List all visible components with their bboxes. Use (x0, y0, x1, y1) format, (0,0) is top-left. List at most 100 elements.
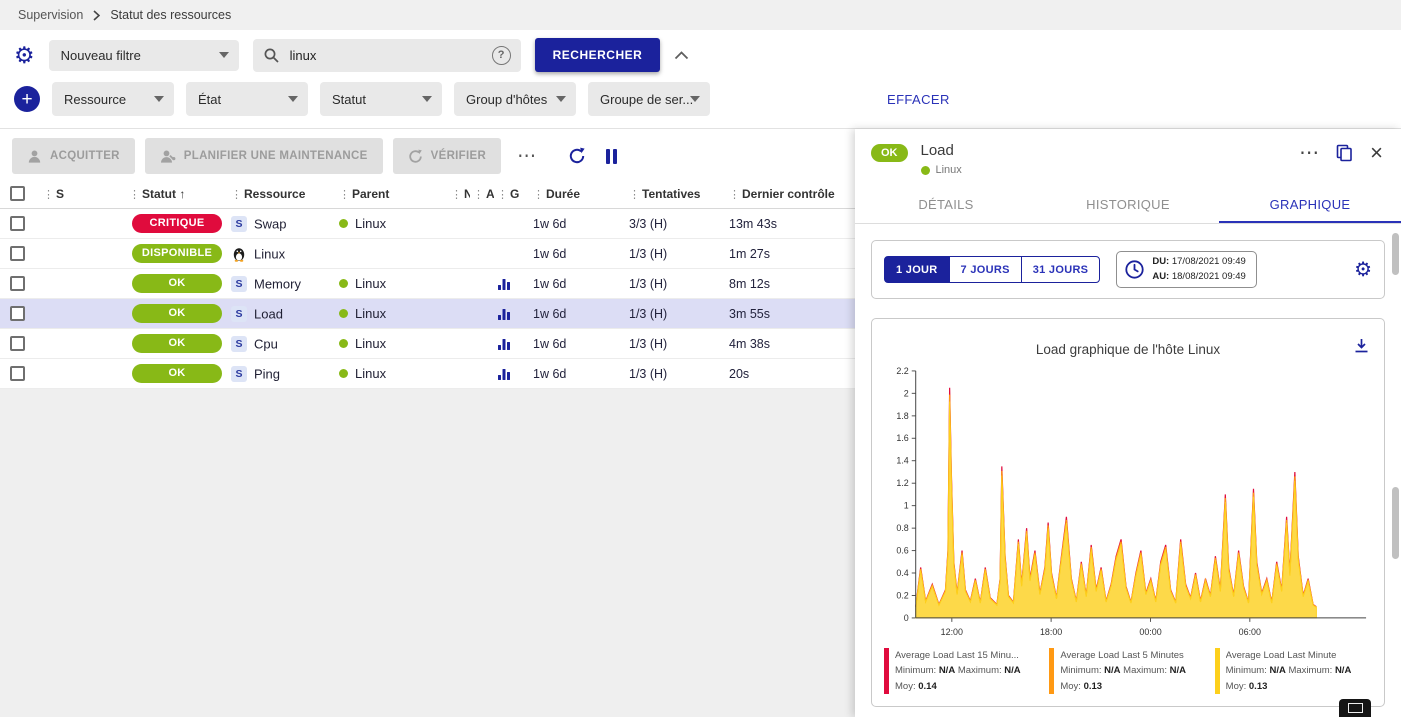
criteria-select-resource[interactable]: Ressource (52, 82, 174, 116)
pause-refresh-icon[interactable] (606, 149, 617, 164)
row-checkbox[interactable] (10, 216, 25, 231)
status-badge: OK (132, 334, 222, 353)
chart-legend: Average Load Last 15 Minu...Minimum: N/A… (878, 644, 1378, 702)
column-drag-icon: ⋮ (231, 189, 242, 201)
resource-name: Load (254, 306, 283, 321)
column-header-acknowledged[interactable]: ⋮A (470, 183, 494, 209)
status-cell: OK (126, 269, 228, 299)
parent-name: Linux (355, 306, 386, 321)
column-header-resource[interactable]: ⋮Ressource (228, 183, 336, 209)
status-badge: OK (132, 364, 222, 383)
tab-history[interactable]: HISTORIQUE (1037, 186, 1219, 223)
column-header-parent[interactable]: ⋮Parent (336, 183, 448, 209)
resources-table-body: CRITIQUESSwapLinux1w 6d3/3 (H)13m 43sDIS… (0, 209, 855, 389)
close-panel-icon[interactable]: × (1370, 142, 1383, 164)
collapse-filters-icon[interactable] (674, 51, 689, 60)
column-header-graph[interactable]: ⋮G (494, 183, 530, 209)
tab-graph[interactable]: GRAPHIQUE (1219, 186, 1401, 223)
help-icon[interactable]: ? (492, 46, 511, 65)
ack-cell (470, 269, 494, 299)
last-check-cell: 4m 38s (726, 329, 855, 359)
period-button-1day[interactable]: 1 JOUR (884, 256, 950, 283)
resource-cell: SLoad (228, 299, 336, 329)
resource-row-memory[interactable]: OKSMemoryLinux1w 6d1/3 (H)8m 12s (0, 269, 855, 299)
legend-item[interactable]: Average Load Last MinuteMinimum: N/A Max… (1215, 648, 1372, 694)
graph-icon[interactable] (497, 368, 511, 381)
panel-body: 1 JOUR7 JOURS31 JOURS DU: 17/08/2021 09:… (855, 224, 1401, 717)
resource-row-swap[interactable]: CRITIQUESSwapLinux1w 6d3/3 (H)13m 43s (0, 209, 855, 239)
ack-cell (470, 359, 494, 389)
notes-cell (448, 299, 470, 329)
ack-cell (470, 329, 494, 359)
graph-icon[interactable] (497, 338, 511, 351)
refresh-icon[interactable] (568, 147, 586, 165)
column-header-status[interactable]: ⋮Statut ↑ (126, 183, 228, 209)
clear-filters-button[interactable]: EFFACER (887, 92, 950, 107)
export-graph-icon[interactable] (1353, 337, 1370, 359)
sync-icon (408, 149, 423, 164)
criteria-select-state[interactable]: État (186, 82, 308, 116)
saved-filter-select[interactable]: Nouveau filtre (49, 40, 239, 71)
severity-cell (40, 239, 126, 269)
resource-name: Swap (254, 216, 287, 231)
up-status-dot (339, 219, 348, 228)
criteria-select-status[interactable]: Statut (320, 82, 442, 116)
status-cell: OK (126, 359, 228, 389)
svg-text:12:00: 12:00 (941, 627, 963, 637)
linux-host-icon (231, 246, 247, 262)
check-button[interactable]: VÉRIFIER (393, 138, 501, 174)
column-header-notes[interactable]: ⋮N (448, 183, 470, 209)
breadcrumb-supervision[interactable]: Supervision (18, 8, 83, 22)
row-checkbox[interactable] (10, 306, 25, 321)
resource-cell: Linux (228, 239, 336, 269)
resource-cell: SPing (228, 359, 336, 389)
graph-icon[interactable] (497, 308, 511, 321)
resource-name: Cpu (254, 336, 278, 351)
resource-row-cpu[interactable]: OKSCpuLinux1w 6d1/3 (H)4m 38s (0, 329, 855, 359)
legend-item[interactable]: Average Load Last 15 Minu...Minimum: N/A… (884, 648, 1041, 694)
column-header-last-check[interactable]: ⋮Dernier contrôle (726, 183, 855, 209)
resource-row-load[interactable]: OKSLoadLinux1w 6d1/3 (H)3m 55s (0, 299, 855, 329)
column-header-severity[interactable]: ⋮S (40, 183, 126, 209)
panel-scrollbar-thumb[interactable] (1392, 487, 1399, 559)
period-button-7days[interactable]: 7 JOURS (949, 256, 1022, 283)
row-checkbox[interactable] (10, 336, 25, 351)
graph-cell (494, 209, 530, 239)
copy-link-icon[interactable] (1336, 144, 1353, 162)
custom-period-button[interactable]: DU: 17/08/2021 09:49 AU: 18/08/2021 09:4… (1116, 251, 1257, 288)
parent-cell: Linux (336, 269, 448, 299)
panel-scrollbar-thumb[interactable] (1392, 233, 1399, 275)
svg-text:2: 2 (904, 389, 909, 399)
main-content: ACQUITTER PLANIFIER UNE MAINTENANCE VÉRI… (0, 128, 1401, 717)
row-checkbox[interactable] (10, 246, 25, 261)
select-all-checkbox[interactable] (10, 186, 25, 201)
criteria-select-service-group[interactable]: Groupe de ser... (588, 82, 710, 116)
resource-cell: SMemory (228, 269, 336, 299)
graph-icon[interactable] (497, 278, 511, 291)
screen-share-icon[interactable] (1339, 699, 1371, 717)
column-header-duration[interactable]: ⋮Durée (530, 183, 626, 209)
row-checkbox[interactable] (10, 276, 25, 291)
graph-settings-gear-icon[interactable]: ⚙ (1354, 260, 1372, 280)
add-criteria-icon[interactable]: + (14, 86, 40, 112)
set-downtime-button[interactable]: PLANIFIER UNE MAINTENANCE (145, 138, 383, 174)
tab-details[interactable]: DÉTAILS (855, 186, 1037, 223)
filters-settings-gear-icon[interactable]: ⚙ (14, 44, 35, 67)
search-button[interactable]: RECHERCHER (535, 38, 661, 72)
row-checkbox[interactable] (10, 366, 25, 381)
more-actions-icon[interactable]: ⋯ (511, 147, 542, 166)
search-input[interactable] (288, 47, 484, 64)
acknowledge-button[interactable]: ACQUITTER (12, 138, 135, 174)
column-header-tries[interactable]: ⋮Tentatives (626, 183, 726, 209)
load-graph-svg: 00.20.40.60.811.21.41.61.822.212:0018:00… (880, 361, 1376, 644)
parent-name: Linux (355, 216, 386, 231)
select-all-header[interactable] (0, 183, 40, 209)
resource-row-ping[interactable]: OKSPingLinux1w 6d1/3 (H)20s (0, 359, 855, 389)
panel-more-icon[interactable]: ⋯ (1299, 143, 1319, 163)
person-icon (27, 149, 42, 164)
resource-row-linux[interactable]: DISPONIBLELinux1w 6d1/3 (H)1m 27s (0, 239, 855, 269)
last-check-cell: 3m 55s (726, 299, 855, 329)
legend-item[interactable]: Average Load Last 5 MinutesMinimum: N/A … (1049, 648, 1206, 694)
period-button-31days[interactable]: 31 JOURS (1021, 256, 1101, 283)
criteria-select-host-group[interactable]: Group d'hôtes (454, 82, 576, 116)
